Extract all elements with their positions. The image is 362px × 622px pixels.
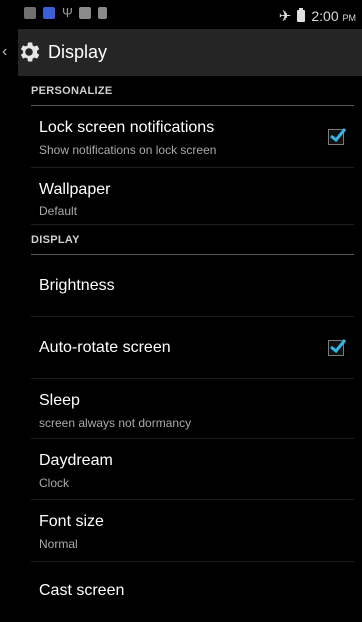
- lock-screen-notifications-checkbox[interactable]: [328, 128, 347, 145]
- wallpaper-item[interactable]: Wallpaper Default: [31, 168, 354, 225]
- lock-screen-notifications-title: Lock screen notifications: [39, 119, 215, 136]
- status-bar: Ψ ✈ 2:00 PM: [18, 0, 362, 29]
- section-header-personalize: PERSONALIZE: [31, 76, 354, 106]
- up-navigation-button[interactable]: ‹ Display: [2, 35, 112, 69]
- usb-icon: Ψ: [62, 5, 73, 20]
- brightness-title: Brightness: [39, 277, 115, 294]
- font-size-title: Font size: [39, 513, 104, 530]
- auto-rotate-title: Auto-rotate screen: [39, 339, 171, 356]
- system-icons: ✈ 2:00 PM: [279, 7, 356, 25]
- font-size-item[interactable]: Font size Normal: [31, 500, 354, 562]
- cast-screen-title: Cast screen: [39, 582, 125, 599]
- sim-icon: [43, 7, 55, 19]
- sleep-summary: screen always not dormancy: [39, 416, 192, 430]
- action-bar: ‹ Display: [2, 29, 362, 76]
- daydream-title: Daydream: [39, 452, 113, 469]
- daydream-item[interactable]: Daydream Clock: [31, 439, 354, 500]
- checkmark-icon: [330, 128, 347, 143]
- battery-icon: [297, 8, 306, 22]
- gallery-icon: [98, 7, 107, 19]
- lock-screen-notifications-item[interactable]: Lock screen notifications Show notificat…: [31, 106, 354, 168]
- notification-icon: [24, 7, 36, 19]
- sleep-item[interactable]: Sleep screen always not dormancy: [31, 379, 354, 439]
- airplane-icon: ✈: [278, 8, 292, 25]
- auto-rotate-checkbox[interactable]: [328, 339, 347, 356]
- wallpaper-summary: Default: [39, 204, 78, 218]
- cast-screen-item[interactable]: Cast screen: [31, 562, 354, 622]
- daydream-summary: Clock: [39, 476, 70, 490]
- font-size-summary: Normal: [39, 537, 78, 551]
- page-title: Display: [48, 41, 108, 62]
- auto-rotate-item[interactable]: Auto-rotate screen: [31, 317, 354, 379]
- clock-ampm: PM: [342, 13, 357, 23]
- settings-list: PERSONALIZE Lock screen notifications Sh…: [18, 76, 362, 622]
- screen: Ψ ✈ 2:00 PM ‹ Display PERSONALIZE Lock s…: [2, 0, 362, 617]
- sleep-title: Sleep: [39, 392, 80, 409]
- gear-icon: [20, 42, 40, 62]
- checkmark-icon: [330, 339, 347, 354]
- chevron-left-icon: ‹: [2, 43, 8, 60]
- gallery-icon: [79, 7, 91, 19]
- clock-time: 2:00: [311, 8, 339, 24]
- wallpaper-title: Wallpaper: [39, 181, 111, 198]
- section-header-display: DISPLAY: [31, 225, 354, 255]
- notification-icons: Ψ: [24, 5, 107, 20]
- status-clock: 2:00 PM: [311, 8, 356, 24]
- brightness-item[interactable]: Brightness: [31, 255, 354, 317]
- lock-screen-notifications-summary: Show notifications on lock screen: [39, 143, 217, 157]
